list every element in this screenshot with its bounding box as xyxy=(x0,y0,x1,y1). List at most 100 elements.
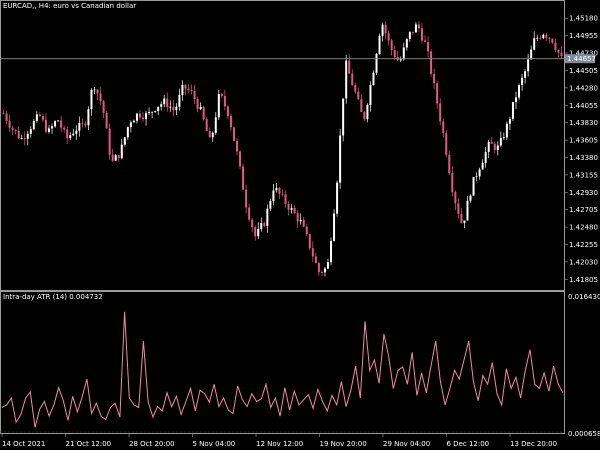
candle-body xyxy=(205,119,208,131)
candle-body xyxy=(69,135,72,139)
candle-body xyxy=(457,203,460,214)
candle-body xyxy=(393,49,396,58)
candle-body xyxy=(14,129,17,131)
candle-body xyxy=(114,155,117,161)
candle-body xyxy=(336,182,339,214)
candle-body xyxy=(339,135,342,183)
candle-body xyxy=(424,40,427,42)
candle-body xyxy=(157,106,160,112)
candle-body xyxy=(478,169,481,177)
candle-body xyxy=(527,59,530,72)
candle-body xyxy=(269,201,272,209)
candle-body xyxy=(439,103,442,122)
candle-body xyxy=(551,38,554,43)
candle-body xyxy=(481,162,484,170)
candle-body xyxy=(554,42,557,50)
candle-body xyxy=(239,151,242,167)
main-panel-frame xyxy=(0,0,565,291)
candle-body xyxy=(354,85,357,92)
candle-body xyxy=(263,223,266,226)
candle-body xyxy=(23,138,26,139)
candle-body xyxy=(448,154,451,174)
candle-body xyxy=(454,192,457,204)
candle-body xyxy=(63,127,66,130)
candle-body xyxy=(214,117,217,133)
candle-body xyxy=(196,98,199,110)
indicator-panel-frame xyxy=(0,291,565,434)
candle-body xyxy=(557,49,560,53)
candle-body xyxy=(436,83,439,104)
candle-body xyxy=(518,85,521,98)
candle-body xyxy=(408,31,411,39)
indicator-title: Intra-day ATR (14) 0.004732 xyxy=(3,293,103,301)
candle-body xyxy=(105,112,108,129)
candle-body xyxy=(126,126,129,138)
candle-body xyxy=(281,193,284,195)
candle-body xyxy=(8,120,11,128)
candle-body xyxy=(90,89,93,110)
candle-body xyxy=(135,113,138,121)
price-axis-label: 1.44955 xyxy=(569,32,598,40)
candle-body xyxy=(163,98,166,105)
candle-body xyxy=(48,128,51,132)
candle-body xyxy=(66,129,69,139)
candle-body xyxy=(345,60,348,99)
candle-body xyxy=(17,130,20,139)
candle-body xyxy=(360,99,363,113)
candle-body xyxy=(232,127,235,141)
time-axis-label: 19 Nov 20:00 xyxy=(320,440,367,448)
candle-body xyxy=(132,120,135,123)
candle-body xyxy=(433,73,436,84)
candle-body xyxy=(41,116,44,120)
candle-body xyxy=(427,41,430,52)
price-axis-label: 1.43155 xyxy=(569,171,598,179)
candle-body xyxy=(142,117,145,120)
price-axis-label: 1.43380 xyxy=(569,154,598,162)
candle-body xyxy=(508,118,511,124)
candle-body xyxy=(175,106,178,111)
candle-body xyxy=(93,89,96,91)
candle-body xyxy=(75,130,78,134)
candle-body xyxy=(320,272,323,273)
candle-body xyxy=(420,28,423,41)
candle-body xyxy=(35,114,38,121)
candle-body xyxy=(145,113,148,120)
candle-body xyxy=(493,143,496,151)
candle-body xyxy=(148,111,151,114)
candle-body xyxy=(129,122,132,127)
candle-body xyxy=(229,115,232,128)
candle-body xyxy=(305,226,308,235)
candle-body xyxy=(524,71,527,78)
candle-body xyxy=(260,223,263,229)
price-axis-label: 1.44055 xyxy=(569,102,598,110)
candle-body xyxy=(460,213,463,223)
candle-body xyxy=(120,144,123,159)
candle-body xyxy=(505,123,508,138)
candle-body xyxy=(366,105,369,119)
candle-body xyxy=(445,133,448,155)
candle-body xyxy=(11,127,14,130)
candle-body xyxy=(172,106,175,111)
candle-body xyxy=(308,234,311,249)
candle-body xyxy=(330,240,333,263)
price-axis-label: 1.42930 xyxy=(569,189,598,197)
candle-body xyxy=(333,213,336,241)
price-axis-label: 1.42480 xyxy=(569,224,598,232)
time-axis-label: 5 Nov 04:00 xyxy=(193,440,236,448)
current-price-tag: 1.44657 xyxy=(565,54,596,64)
chart-window[interactable]: EURCAD,, H4: euro vs Canadian dollar Int… xyxy=(0,0,600,450)
indicator-axis-top: 0.016430 xyxy=(568,293,600,301)
time-axis: 14 Oct 2021 21 Oct 12:00 28 Oct 20:00 5 Nov… xyxy=(1,434,557,448)
candle-body xyxy=(160,104,163,107)
candle-body xyxy=(220,94,223,97)
candle-body xyxy=(542,34,545,39)
candle-body xyxy=(299,219,302,222)
candle-body xyxy=(84,123,87,126)
candle-body xyxy=(5,113,8,121)
candle-body xyxy=(469,195,472,201)
candle-body xyxy=(248,207,251,220)
candle-body xyxy=(378,35,381,54)
candle-body xyxy=(181,84,184,95)
candle-body xyxy=(296,213,299,222)
candle-body xyxy=(411,31,414,33)
